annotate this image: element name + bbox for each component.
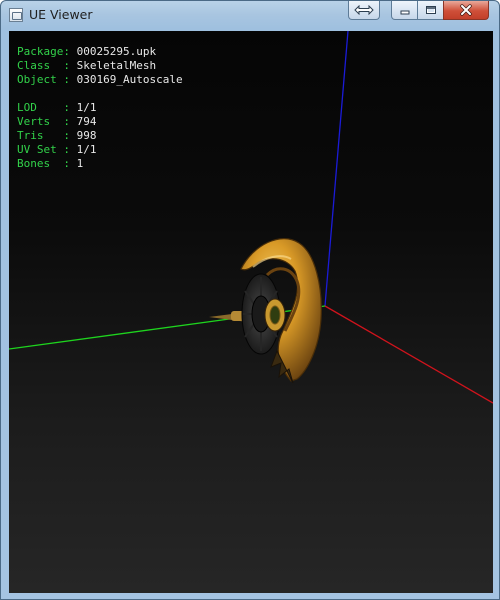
info-class-value: SkeletalMesh bbox=[76, 59, 157, 72]
info-class: Class : SkeletalMesh bbox=[17, 59, 156, 73]
info-bones-label: Bones : bbox=[17, 157, 70, 170]
close-button[interactable] bbox=[443, 1, 489, 20]
info-uvset: UV Set : 1/1 bbox=[17, 143, 96, 157]
info-object-label: Object : bbox=[17, 73, 70, 86]
info-bones-value: 1 bbox=[76, 157, 84, 170]
minimize-button[interactable] bbox=[391, 1, 418, 20]
info-uvset-value: 1/1 bbox=[76, 143, 97, 156]
mesh-model bbox=[209, 238, 322, 384]
app-window: UE Viewer Package: 00025295.upk Class: … bbox=[0, 0, 500, 600]
maximize-button[interactable] bbox=[417, 1, 444, 20]
title-bar[interactable]: UE Viewer bbox=[1, 1, 499, 30]
info-lod: LOD : 1/1 bbox=[17, 101, 96, 115]
render-viewport[interactable]: Package: 00025295.upk Class : SkeletalMe… bbox=[9, 31, 493, 593]
z-axis-line bbox=[324, 31, 349, 307]
info-package-label: Package: bbox=[17, 45, 70, 58]
window-title: UE Viewer bbox=[29, 7, 93, 22]
info-tris: Tris : 998 bbox=[17, 129, 96, 143]
info-object: Object : 030169_Autoscale bbox=[17, 73, 183, 87]
close-icon bbox=[460, 4, 472, 16]
info-package-value: 00025295.upk bbox=[76, 45, 157, 58]
info-verts-value: 794 bbox=[76, 115, 97, 128]
info-verts: Verts : 794 bbox=[17, 115, 96, 129]
info-bones: Bones : 1 bbox=[17, 157, 83, 171]
info-tris-label: Tris : bbox=[17, 129, 70, 142]
info-tris-value: 998 bbox=[76, 129, 97, 142]
info-uvset-label: UV Set : bbox=[17, 143, 70, 156]
info-lod-label: LOD : bbox=[17, 101, 70, 114]
maximize-icon bbox=[425, 6, 436, 14]
info-package: Package: 00025295.upk bbox=[17, 45, 156, 59]
info-class-label: Class : bbox=[17, 59, 70, 72]
minimize-icon bbox=[400, 10, 409, 15]
x-axis-line bbox=[324, 305, 493, 404]
app-window-icon bbox=[9, 8, 23, 22]
resize-icon bbox=[354, 5, 374, 15]
resize-button[interactable] bbox=[348, 1, 380, 20]
info-verts-label: Verts : bbox=[17, 115, 70, 128]
info-object-value: 030169_Autoscale bbox=[76, 73, 183, 86]
info-lod-value: 1/1 bbox=[76, 101, 97, 114]
